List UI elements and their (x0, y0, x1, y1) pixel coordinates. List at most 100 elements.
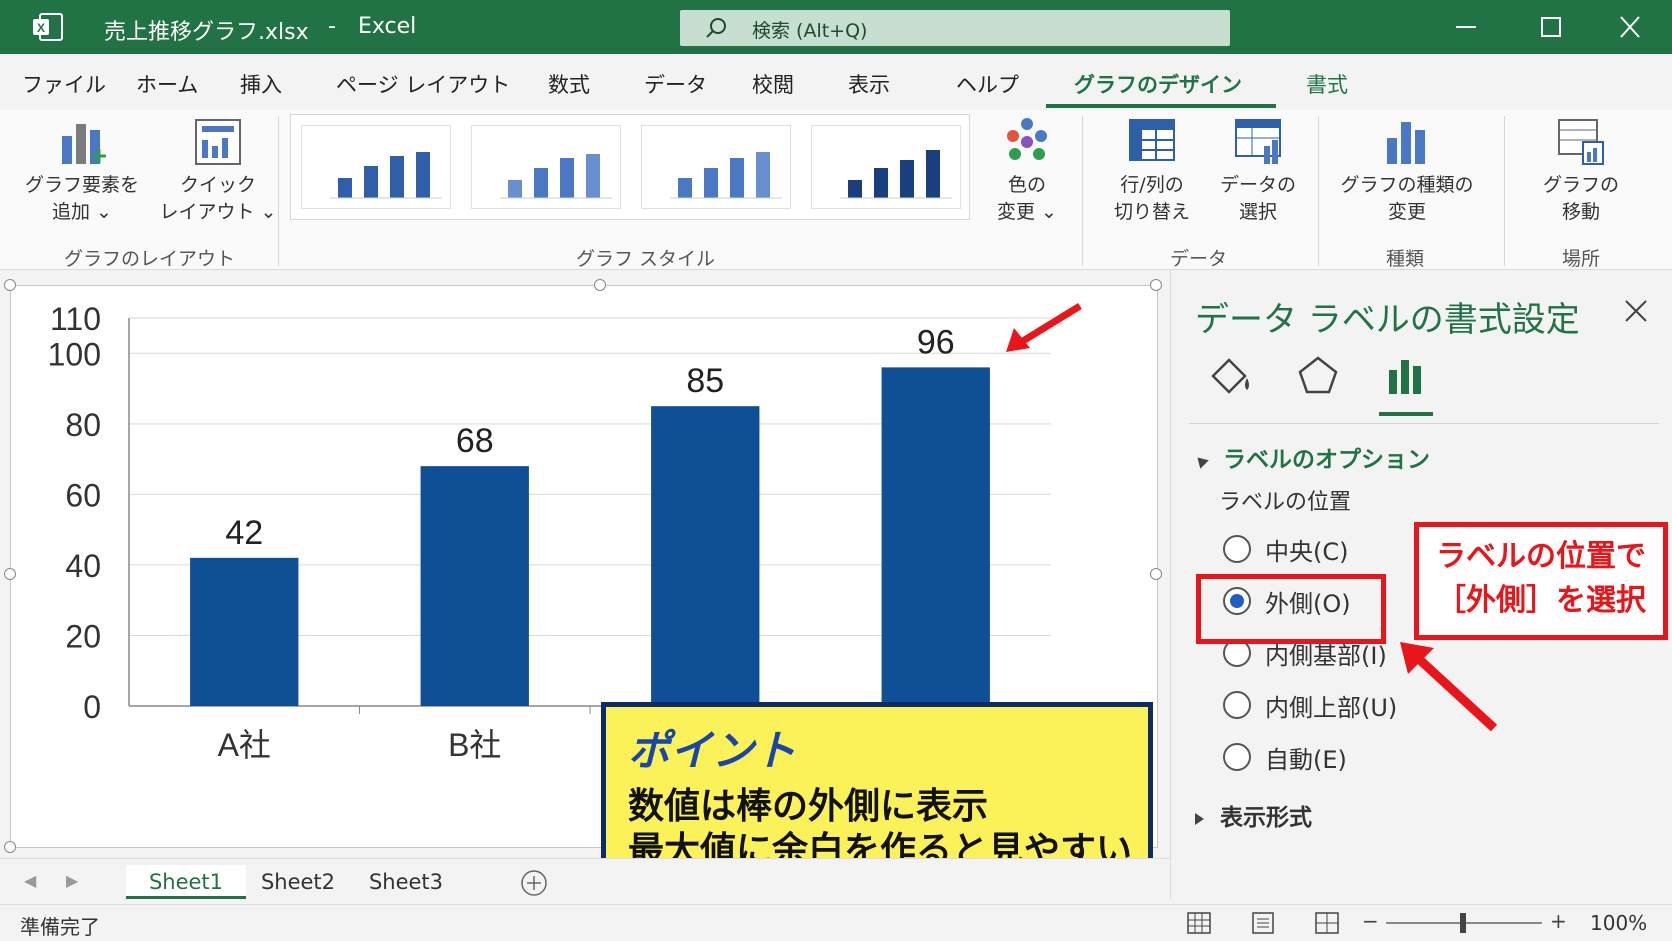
status-bar: 準備完了 − + 100% (0, 904, 1672, 941)
add-chart-element-line1: グラフ要素を (24, 174, 139, 196)
add-sheet-icon[interactable] (520, 869, 548, 897)
resize-handle[interactable] (4, 279, 16, 291)
resize-handle[interactable] (1150, 279, 1162, 291)
add-chart-element-icon (62, 124, 106, 164)
minimize-button[interactable] (1446, 10, 1486, 44)
page-layout-view-icon[interactable] (1250, 911, 1276, 935)
close-button[interactable] (1610, 10, 1650, 44)
chart-style-thumbnail (330, 152, 442, 199)
resize-handle[interactable] (594, 279, 606, 291)
collapse-triangle-icon (1193, 452, 1209, 469)
change-chart-type-button[interactable]: グラフの種類の 変更 (1334, 116, 1480, 226)
red-arrow-icon (1006, 303, 1082, 352)
bar (420, 466, 529, 706)
group-label-location: 場所 (1562, 248, 1601, 270)
tab-view[interactable]: 表示 (848, 69, 890, 99)
fill-line-icon[interactable] (1205, 352, 1255, 398)
tab-data[interactable]: データ (644, 69, 707, 99)
highlight-box (1196, 574, 1386, 644)
select-data-line2: 選択 (1238, 201, 1277, 223)
tab-review[interactable]: 校閲 (752, 69, 794, 99)
radio-button[interactable] (1223, 691, 1251, 719)
quick-layout-button[interactable]: クイック レイアウト ⌄ (158, 116, 278, 226)
label-options-heading: ラベルのオプション (1223, 447, 1430, 473)
status-ready: 準備完了 (20, 915, 100, 939)
tab-insert[interactable]: 挿入 (240, 69, 282, 99)
change-chart-type-line1: グラフの種類の (1340, 174, 1474, 196)
radio-button[interactable] (1223, 535, 1251, 563)
pane-divider (1189, 423, 1659, 424)
tab-chart-design[interactable]: グラフのデザイン (1074, 69, 1242, 99)
callout-title: ポイント (628, 726, 797, 775)
data-label: 85 (686, 362, 724, 400)
effects-pentagon-icon[interactable] (1293, 352, 1343, 398)
add-chart-element-button[interactable]: グラフ要素を 追加 ⌄ (22, 116, 142, 226)
annotation-line-2: ［外側］を選択 (1436, 583, 1646, 618)
scroll-left-icon[interactable]: ◀ (24, 871, 36, 890)
tab-home[interactable]: ホーム (136, 69, 198, 99)
label-options-icon[interactable] (1381, 352, 1431, 398)
excel-logo-icon: X (33, 13, 63, 41)
move-chart-line1: グラフの (1542, 174, 1619, 196)
radio-label-inside-end: 内側上部(U) (1265, 694, 1398, 722)
ribbon-tabs: ファイル ホーム 挿入 ページ レイアウト 数式 データ 校閲 表示 ヘルプ グ… (0, 54, 1672, 110)
add-chart-element-line2: 追加 ⌄ (52, 201, 112, 223)
chart-style-option-4[interactable] (811, 125, 961, 209)
tab-page-layout[interactable]: ページ レイアウト (336, 69, 510, 99)
resize-handle[interactable] (4, 841, 16, 853)
tab-format[interactable]: 書式 (1306, 69, 1348, 99)
color-palette-icon (1007, 118, 1047, 160)
zoom-slider-thumb[interactable] (1460, 913, 1466, 933)
chart-style-option-1[interactable] (301, 125, 451, 209)
chart-style-option-2[interactable] (471, 125, 621, 209)
active-tab-indicator (1046, 104, 1276, 108)
bar (881, 367, 990, 706)
zoom-in-icon[interactable]: + (1550, 909, 1567, 933)
maximize-button[interactable] (1530, 10, 1570, 44)
chart-style-option-3[interactable] (641, 125, 791, 209)
radio-button[interactable] (1223, 743, 1251, 771)
y-tick-label: 100 (48, 336, 101, 372)
tab-help[interactable]: ヘルプ (956, 69, 1019, 99)
resize-handle[interactable] (4, 568, 16, 580)
sheet-tab-1[interactable]: Sheet1 (126, 865, 246, 899)
quick-layout-line1: クイック (179, 174, 256, 196)
annotation-note: ラベルの位置で ［外側］を選択 (1414, 522, 1668, 640)
tab-formulas[interactable]: 数式 (548, 69, 590, 99)
resize-handle[interactable] (1150, 568, 1162, 580)
change-chart-type-line2: 変更 (1387, 201, 1426, 223)
zoom-level[interactable]: 100% (1590, 911, 1647, 935)
sheet-tab-3[interactable]: Sheet3 (358, 865, 454, 899)
label-options-section[interactable]: ラベルのオプション (1193, 440, 1430, 474)
search-box[interactable]: 検索 (Alt+Q) (680, 10, 1230, 46)
switch-row-column-button[interactable]: 行/列の 切り替え (1100, 116, 1204, 226)
sheet-tab-2[interactable]: Sheet2 (250, 865, 346, 899)
scroll-right-icon[interactable]: ▶ (66, 871, 78, 890)
move-chart-line2: 移動 (1561, 201, 1600, 223)
zoom-out-icon[interactable]: − (1362, 909, 1379, 933)
ribbon: グラフ要素を 追加 ⌄ クイック レイアウト ⌄ グラフのレイアウト グラフ ス… (0, 110, 1672, 270)
chart-style-thumbnail (670, 152, 782, 199)
change-colors-line1: 色の (1007, 174, 1046, 196)
switch-row-column-line1: 行/列の (1120, 174, 1184, 196)
number-format-section[interactable]: 表示形式 (1195, 798, 1312, 832)
tip-callout: ポイント 数値は棒の外側に表示 最大値に余白を作ると見やすい (601, 702, 1153, 880)
ribbon-group-separator (1504, 116, 1505, 266)
close-icon (1620, 16, 1640, 38)
move-chart-button[interactable]: グラフの 移動 (1526, 116, 1636, 226)
number-format-heading: 表示形式 (1220, 805, 1312, 831)
category-label: B社 (448, 727, 501, 763)
pane-close-icon[interactable] (1621, 296, 1651, 326)
tab-file[interactable]: ファイル (22, 69, 106, 99)
change-colors-button[interactable]: 色の 変更 ⌄ (982, 116, 1072, 226)
minimize-icon (1456, 26, 1476, 28)
page-break-view-icon[interactable] (1314, 911, 1340, 935)
search-icon (706, 18, 726, 38)
normal-view-icon[interactable] (1186, 911, 1212, 935)
ribbon-group-separator (278, 116, 279, 266)
select-data-button[interactable]: データの 選択 (1208, 116, 1308, 226)
category-label: A社 (218, 727, 271, 763)
document-title: 売上推移グラフ.xlsx (104, 20, 309, 45)
switch-row-column-icon (1129, 119, 1175, 161)
select-data-line1: データの (1219, 174, 1296, 196)
